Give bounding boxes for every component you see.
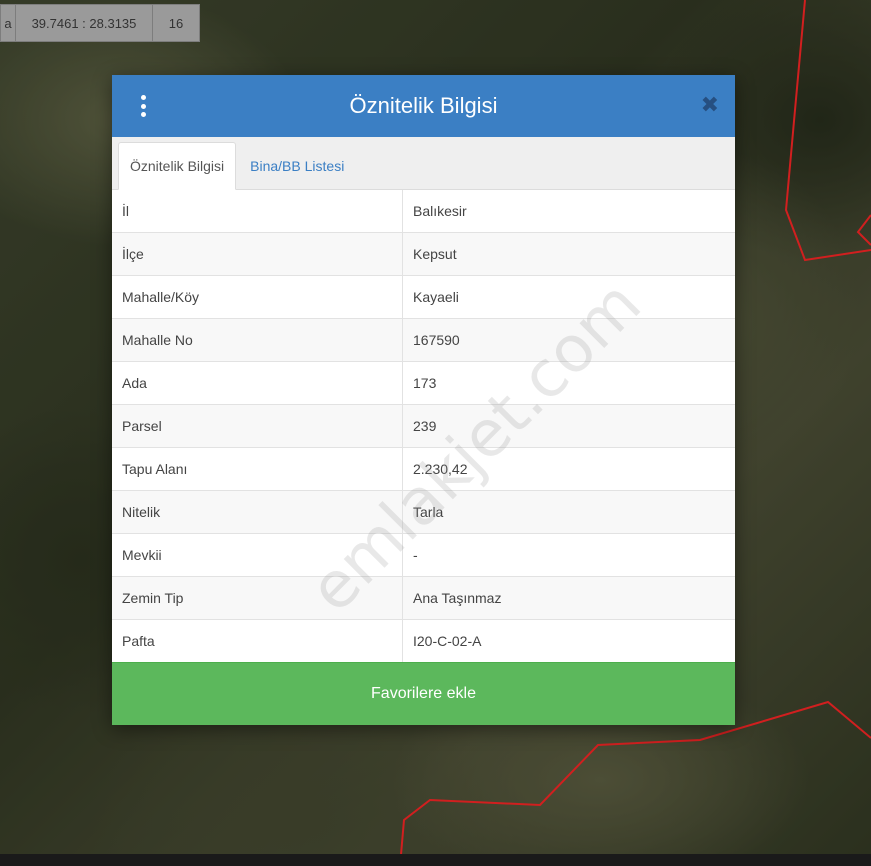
- attribute-value: 173: [402, 361, 735, 405]
- tab-attribute-info[interactable]: Öznitelik Bilgisi: [118, 142, 237, 190]
- close-icon[interactable]: ✖: [701, 93, 719, 117]
- table-row: Zemin Tip Ana Taşınmaz: [112, 576, 735, 620]
- attribute-value: I20-C-02-A: [402, 619, 735, 662]
- attribute-value: Ana Taşınmaz: [402, 576, 735, 620]
- attribute-key: Tapu Alanı: [112, 447, 403, 491]
- attribute-key: Parsel: [112, 404, 403, 448]
- table-row: Pafta I20-C-02-A: [112, 619, 735, 662]
- modal-title: Öznitelik Bilgisi: [349, 93, 498, 118]
- coordinate-readout: 39.7461 : 28.3135: [16, 5, 153, 41]
- modal-tabs: Öznitelik Bilgisi Bina/BB Listesi: [112, 137, 735, 190]
- parcel-boundary-bottom: [399, 700, 871, 866]
- attribute-key: Pafta: [112, 619, 403, 662]
- map-bottom-bar: [0, 854, 871, 866]
- tab-building-list[interactable]: Bina/BB Listesi: [239, 143, 355, 189]
- parcel-boundary-right: [784, 0, 871, 262]
- table-row: Nitelik Tarla: [112, 490, 735, 534]
- table-row: Mahalle No 167590: [112, 318, 735, 362]
- attribute-table: İl Balıkesir İlçe Kepsut Mahalle/Köy Kay…: [112, 190, 735, 662]
- attribute-key: Mahalle/Köy: [112, 275, 403, 319]
- table-row: İlçe Kepsut: [112, 232, 735, 276]
- attribute-key: Nitelik: [112, 490, 403, 534]
- attribute-value: Kepsut: [402, 232, 735, 276]
- attribute-value: Balıkesir: [413, 203, 467, 219]
- attribute-value: 239: [402, 404, 735, 448]
- attribute-info-modal: Öznitelik Bilgisi ✖ Öznitelik Bilgisi Bi…: [112, 75, 735, 725]
- attribute-value: -: [402, 533, 735, 577]
- modal-header: Öznitelik Bilgisi ✖: [112, 75, 735, 137]
- table-row: Mahalle/Köy Kayaeli: [112, 275, 735, 319]
- attribute-key: Mevkii: [112, 533, 403, 577]
- vertical-ellipsis-icon[interactable]: [138, 95, 148, 117]
- table-row: İl Balıkesir: [112, 190, 735, 233]
- attribute-value: Kayaeli: [402, 275, 735, 319]
- attribute-key: İl: [112, 190, 403, 233]
- attribute-key: İlçe: [112, 232, 403, 276]
- parcel-boundary-right-notch: [856, 214, 871, 246]
- zoom-level: 16: [168, 15, 184, 31]
- attribute-key: Ada: [112, 361, 403, 405]
- add-to-favorites-button[interactable]: Favorilere ekle: [112, 662, 735, 725]
- attribute-key: Zemin Tip: [112, 576, 403, 620]
- attribute-key: Mahalle No: [112, 318, 403, 362]
- attribute-value: 167590: [402, 318, 735, 362]
- attribute-value: Tarla: [402, 490, 735, 534]
- table-row: Ada 173: [112, 361, 735, 405]
- attribute-value: 2.230,42: [402, 447, 735, 491]
- toolbar-lead-cell: a: [1, 5, 16, 41]
- table-row: Parsel 239: [112, 404, 735, 448]
- table-row: Mevkii -: [112, 533, 735, 577]
- table-row: Tapu Alanı 2.230,42: [112, 447, 735, 491]
- coordinate-toolbar: a 39.7461 : 28.3135 16: [0, 4, 200, 42]
